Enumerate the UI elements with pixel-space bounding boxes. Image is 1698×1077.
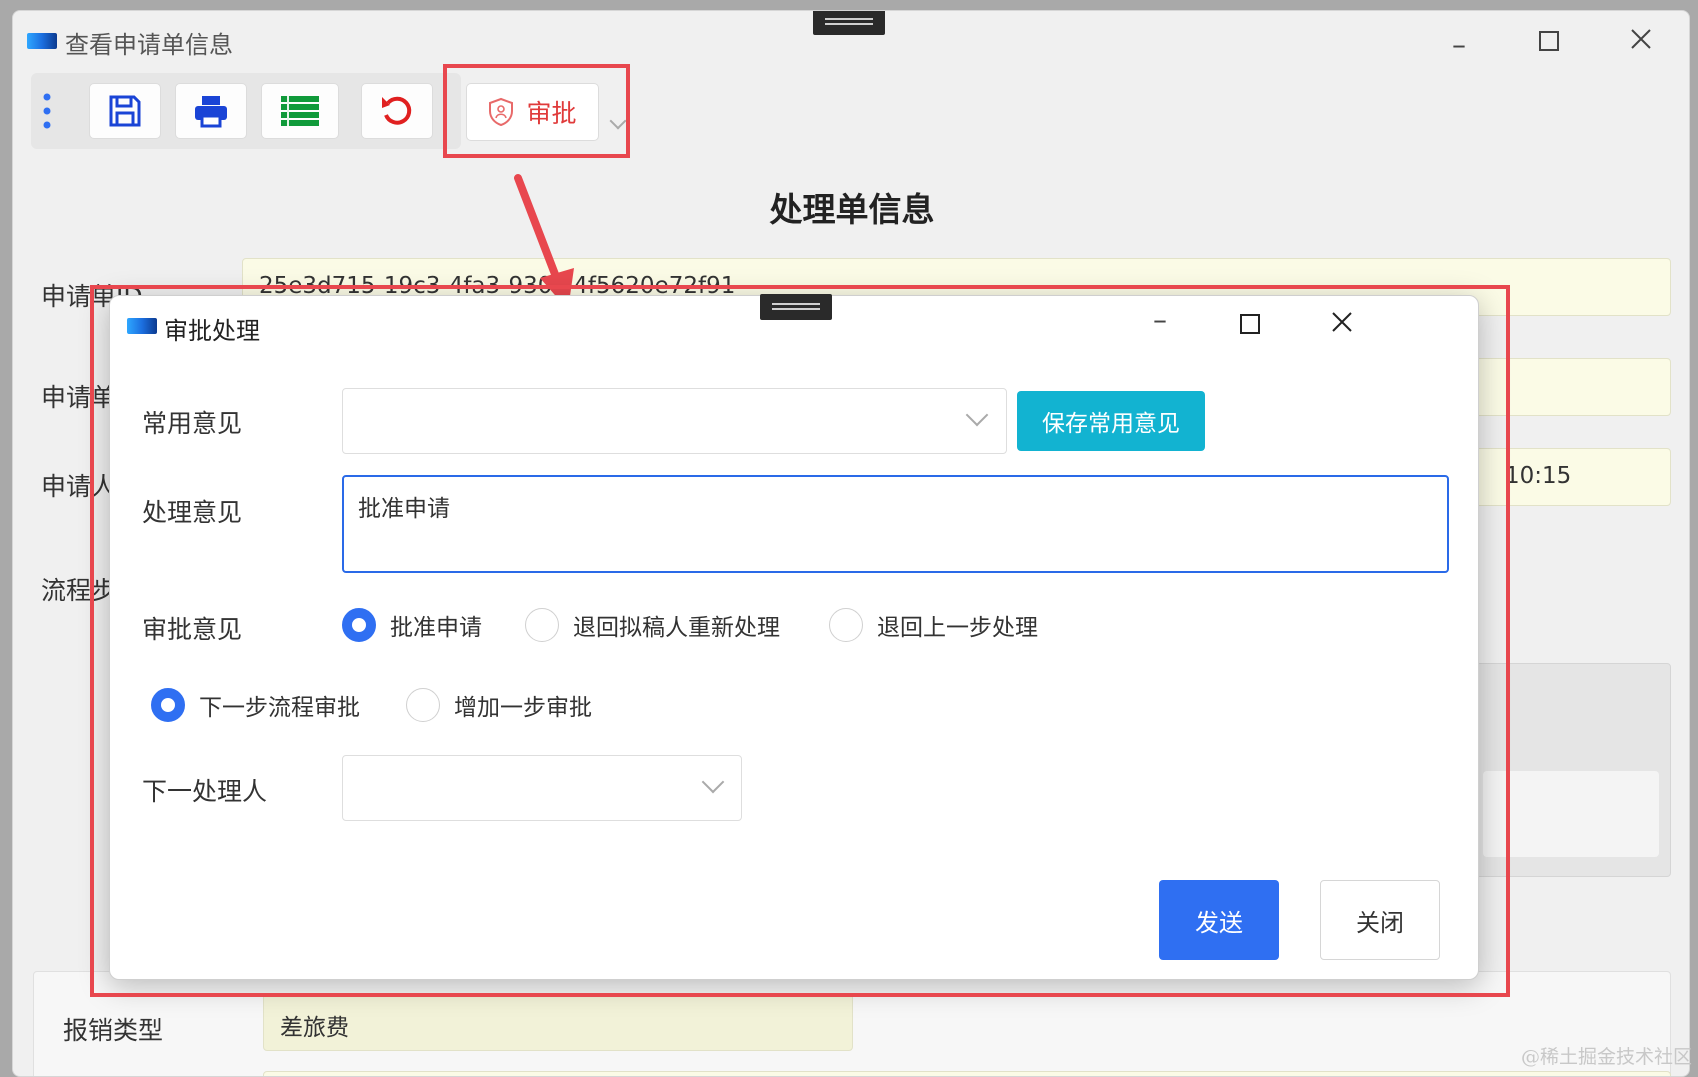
more-options-icon[interactable] — [43, 93, 51, 129]
close-icon[interactable] — [1621, 27, 1661, 56]
expense-type-label: 报销类型 — [63, 1016, 164, 1045]
window-title: 查看申请单信息 — [65, 31, 233, 59]
expense-type-field: 差旅费 — [263, 993, 853, 1051]
page-title: 处理单信息 — [769, 190, 935, 229]
refresh-icon — [382, 96, 412, 125]
maximize-icon[interactable] — [1529, 29, 1569, 57]
print-icon — [195, 96, 227, 128]
expense-next-field — [263, 1071, 1671, 1076]
save-button[interactable] — [89, 83, 161, 139]
list-button[interactable] — [261, 83, 339, 139]
print-button[interactable] — [175, 83, 247, 139]
approve-highlight-box — [443, 64, 630, 158]
applicant-time: 10:15 — [1505, 463, 1572, 489]
dialog-highlight-box — [90, 285, 1510, 997]
app-icon — [27, 33, 57, 49]
list-icon — [281, 96, 319, 126]
save-icon — [109, 95, 141, 127]
refresh-button[interactable] — [361, 83, 433, 139]
minimize-icon[interactable]: – — [1439, 31, 1479, 59]
window-drag-handle[interactable] — [813, 11, 885, 35]
toolbar — [31, 73, 461, 149]
watermark: @稀土掘金技术社区 — [1520, 1046, 1692, 1068]
